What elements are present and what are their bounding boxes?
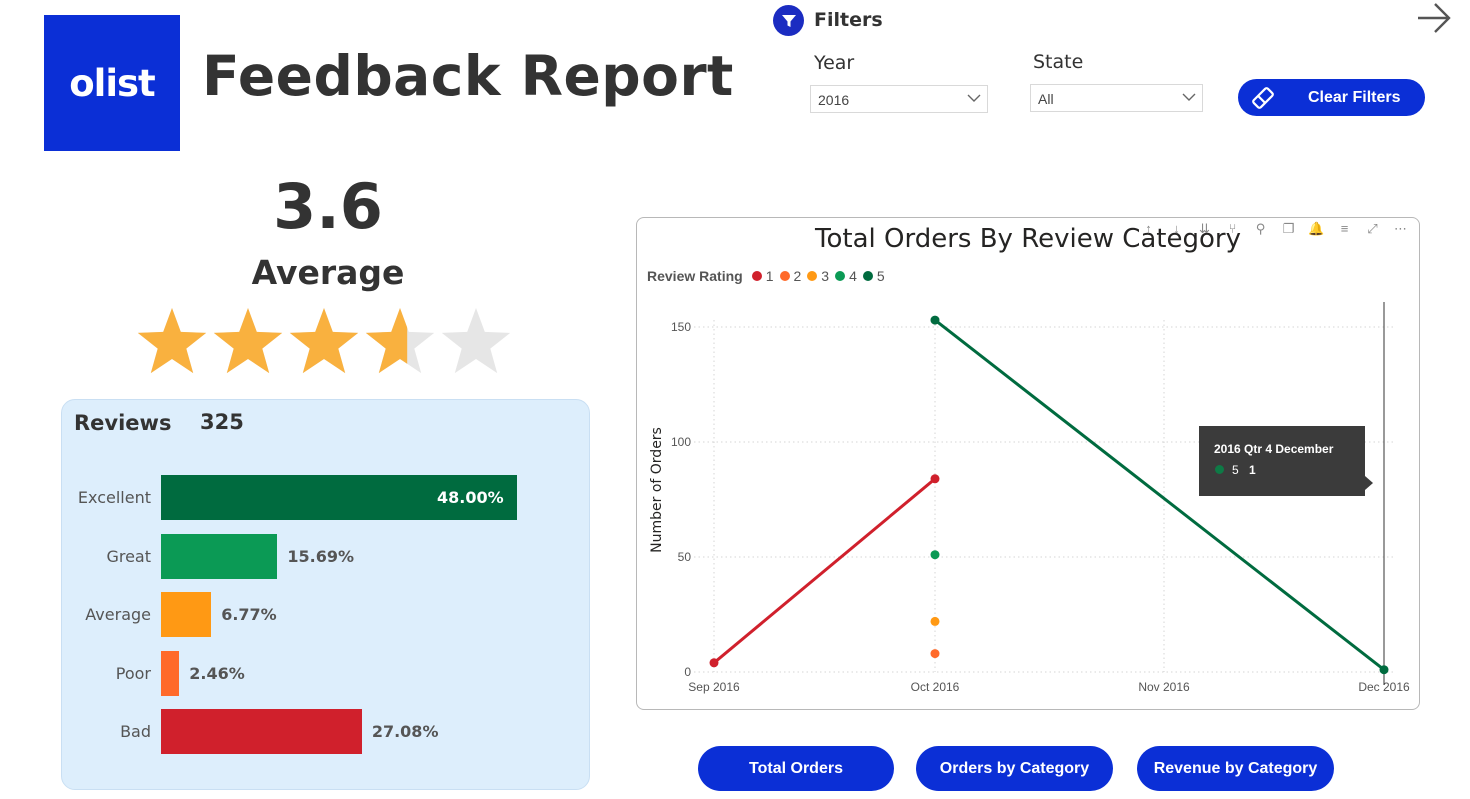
review-bar-percent: 15.69%	[287, 547, 354, 566]
chart-tooltip: 2016 Qtr 4 December 5 1	[1199, 426, 1365, 496]
legend-title: Review Rating	[647, 268, 743, 284]
average-rating-label: Average	[251, 253, 405, 292]
tooltip-series-dot	[1215, 465, 1224, 474]
legend-swatch	[751, 271, 762, 281]
data-point-series-5[interactable]	[930, 315, 940, 325]
tooltip-value: 1	[1249, 463, 1256, 477]
review-bar-percent: 48.00%	[437, 488, 504, 507]
data-point-series-4[interactable]	[930, 550, 940, 560]
legend-label: 5	[876, 268, 885, 284]
bell-icon[interactable]: 🔔	[1308, 221, 1325, 237]
data-point-series-1[interactable]	[930, 474, 940, 484]
year-dropdown[interactable]: 2016	[810, 85, 988, 113]
clear-filters-button[interactable]: Clear Filters	[1238, 79, 1425, 116]
focus-mode-icon[interactable]: ⤢	[1364, 221, 1381, 237]
star-filled-icon	[289, 308, 359, 374]
star-filled-icon	[213, 308, 283, 374]
clear-filters-label: Clear Filters	[1308, 89, 1401, 106]
review-bar-percent: 6.77%	[221, 605, 277, 624]
sort-descending-icon[interactable]: ↓	[1168, 221, 1185, 237]
year-filter-label: Year	[814, 52, 855, 74]
review-row-label: Great	[106, 547, 151, 566]
tooltip-title: 2016 Qtr 4 December	[1214, 442, 1334, 456]
arrow-right-icon[interactable]	[1414, 0, 1454, 36]
pin-icon[interactable]: ⚲	[1252, 221, 1269, 237]
legend-label: 1	[765, 268, 774, 284]
y-tick-label: 50	[678, 550, 692, 564]
state-dropdown-value: All	[1038, 91, 1054, 107]
year-dropdown-value: 2016	[818, 92, 850, 108]
tooltip-series: 5	[1232, 463, 1239, 477]
legend-item[interactable]: 5	[862, 268, 885, 284]
review-bar[interactable]	[161, 592, 212, 637]
copy-icon[interactable]: ❐	[1280, 221, 1297, 237]
legend-item[interactable]: 3	[807, 268, 829, 284]
state-filter-label: State	[1033, 51, 1084, 73]
review-row-label: Average	[85, 605, 151, 624]
x-tick-label: Sep 2016	[688, 680, 740, 694]
legend-label: 2	[793, 268, 802, 284]
logo-text: olist	[69, 61, 155, 105]
star-filled-icon	[137, 308, 207, 374]
drill-down-icon[interactable]: ⇊	[1196, 221, 1213, 237]
chart-toolbar: ↑ ↓ ⇊ ⑂ ⚲ ❐ 🔔 ≡ ⤢ ⋯	[1140, 221, 1409, 237]
olist-logo: olist	[44, 15, 180, 151]
page-title: Feedback Report	[202, 44, 734, 108]
total-orders-button[interactable]: Total Orders	[698, 746, 894, 791]
data-point-series-1[interactable]	[709, 658, 719, 668]
y-tick-label: 0	[684, 665, 691, 679]
revenue-by-category-button[interactable]: Revenue by Category	[1137, 746, 1334, 791]
eraser-icon	[1252, 87, 1274, 109]
chevron-down-icon	[1182, 93, 1196, 101]
y-axis-title: Number of Orders	[649, 427, 665, 553]
x-tick-label: Oct 2016	[911, 680, 960, 694]
average-rating-value: 3.6	[273, 170, 383, 243]
orders-by-category-button[interactable]: Orders by Category	[916, 746, 1113, 791]
star-empty-icon	[441, 308, 511, 374]
filters-heading: Filters	[814, 9, 883, 31]
state-dropdown[interactable]: All	[1030, 84, 1203, 112]
x-tick-label: Nov 2016	[1138, 680, 1190, 694]
legend-item[interactable]: 2	[779, 268, 802, 284]
legend-swatch	[835, 271, 846, 281]
series-line-1[interactable]	[713, 477, 936, 664]
y-tick-label: 100	[671, 435, 691, 449]
data-point-series-3[interactable]	[930, 616, 940, 626]
review-bar-percent: 2.46%	[189, 664, 245, 683]
review-row-label: Excellent	[77, 488, 151, 507]
legend-item[interactable]: 1	[751, 268, 774, 284]
chart-legend: Review Rating 1 2 3 4 5	[647, 268, 891, 284]
sort-ascending-icon[interactable]: ↑	[1140, 221, 1157, 237]
data-point-series-2[interactable]	[930, 649, 940, 659]
legend-swatch	[779, 271, 790, 281]
legend-item[interactable]: 4	[835, 268, 857, 284]
y-tick-label: 150	[671, 320, 691, 334]
chevron-down-icon	[967, 94, 981, 102]
review-row-label: Poor	[115, 664, 151, 683]
review-bar[interactable]	[161, 709, 362, 754]
filter-icon	[773, 5, 804, 36]
review-bar[interactable]	[161, 651, 180, 696]
data-point-series-5[interactable]	[1379, 665, 1389, 675]
review-bar-percent: 27.08%	[371, 722, 439, 741]
legend-swatch	[807, 271, 818, 281]
reviews-label: Reviews	[74, 411, 172, 435]
filter-icon[interactable]: ≡	[1336, 221, 1353, 237]
reviews-count: 325	[200, 410, 244, 434]
legend-label: 3	[821, 268, 830, 284]
review-bar[interactable]	[161, 534, 278, 579]
review-row-label: Bad	[120, 722, 151, 741]
legend-swatch	[862, 271, 873, 281]
expand-hierarchy-icon[interactable]: ⑂	[1224, 221, 1241, 237]
star-rating	[137, 308, 511, 374]
legend-label: 4	[849, 268, 857, 284]
tooltip-pointer	[1365, 476, 1373, 490]
more-options-icon[interactable]: ⋯	[1392, 221, 1409, 237]
